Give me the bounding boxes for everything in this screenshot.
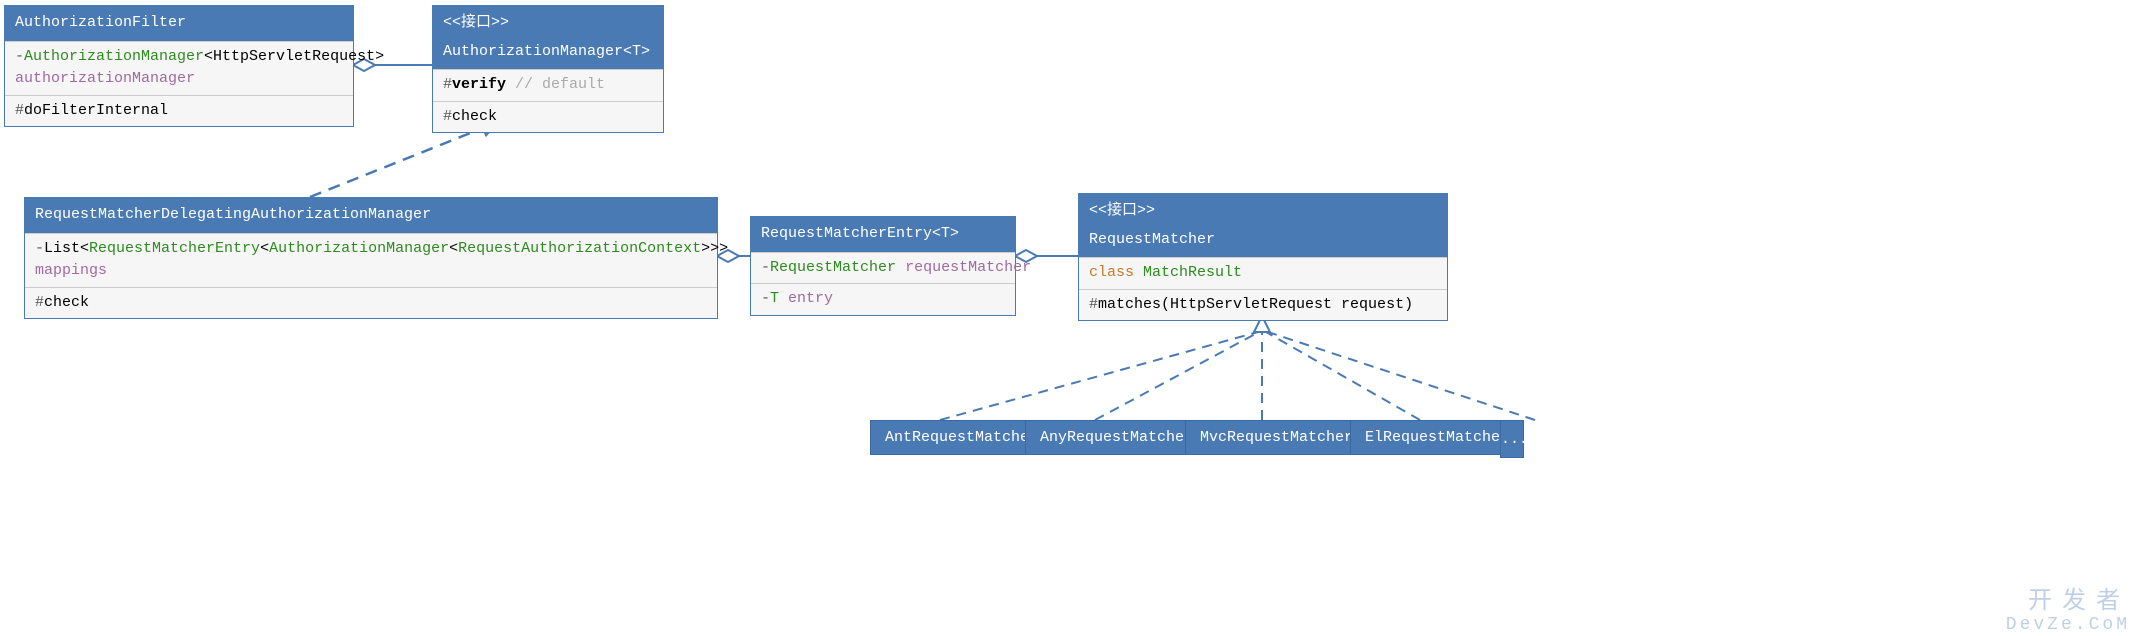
class-title: RequestMatcherEntry<T>	[751, 217, 1015, 252]
class-authorizationmanager: <<接口>> AuthorizationManager<T> #verify /…	[432, 5, 664, 133]
method-row: #doFilterInternal	[5, 95, 353, 127]
class-requestmatcherentry: RequestMatcherEntry<T> -RequestMatcher r…	[750, 216, 1016, 316]
impl-more: ...	[1500, 420, 1524, 458]
class-delegating: RequestMatcherDelegatingAuthorizationMan…	[24, 197, 718, 319]
method-row: #check	[433, 101, 663, 133]
class-title: <<接口>> RequestMatcher	[1079, 194, 1447, 257]
method-row: #check	[25, 287, 717, 319]
class-title: RequestMatcherDelegatingAuthorizationMan…	[25, 198, 717, 233]
field-row: -AuthorizationManager<HttpServletRequest…	[5, 41, 353, 95]
impl-elrequestmatcher: ElRequestMatcher	[1350, 420, 1524, 455]
method-row: #verify // default	[433, 69, 663, 101]
class-authorizationfilter: AuthorizationFilter -AuthorizationManage…	[4, 5, 354, 127]
method-row: #matches(HttpServletRequest request)	[1079, 289, 1447, 321]
impl-anyrequestmatcher: AnyRequestMatcher	[1025, 420, 1208, 455]
field-row: -List<RequestMatcherEntry<AuthorizationM…	[25, 233, 717, 287]
field-row: -T entry	[751, 283, 1015, 315]
class-requestmatcher: <<接口>> RequestMatcher class MatchResult …	[1078, 193, 1448, 321]
class-title: AuthorizationFilter	[5, 6, 353, 41]
class-title: <<接口>> AuthorizationManager<T>	[433, 6, 663, 69]
field-row: -RequestMatcher requestMatcher	[751, 252, 1015, 284]
inner-class-row: class MatchResult	[1079, 257, 1447, 289]
watermark: 开发者 DevZe.CoM	[2006, 590, 2130, 636]
impl-mvcrequestmatcher: MvcRequestMatcher	[1185, 420, 1368, 455]
